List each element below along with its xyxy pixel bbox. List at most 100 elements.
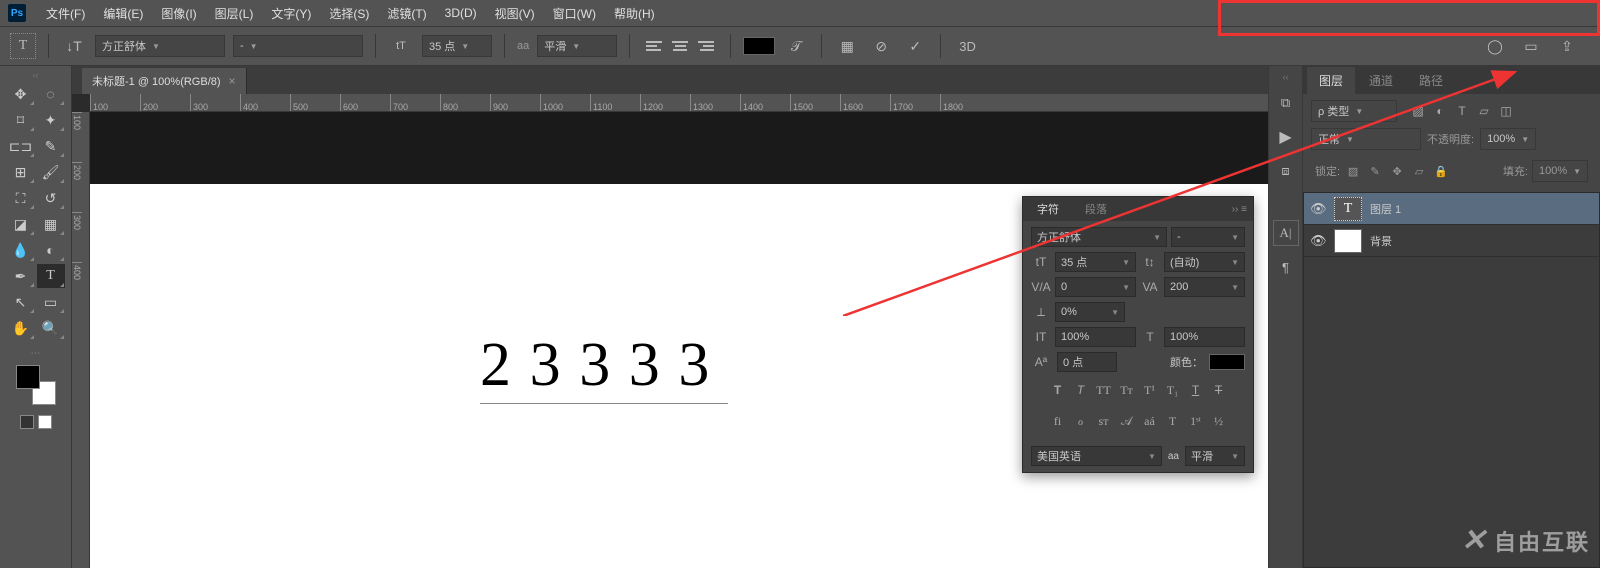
- lock-all-icon[interactable]: 🔒: [1432, 162, 1450, 180]
- opacity-input[interactable]: 100%▼: [1480, 128, 1536, 150]
- hand-tool[interactable]: ✋: [7, 316, 35, 340]
- magic-wand-tool[interactable]: ✦: [37, 108, 65, 132]
- path-select-tool[interactable]: ↖: [7, 290, 35, 314]
- lock-image-icon[interactable]: ✎: [1366, 162, 1384, 180]
- blend-mode-dropdown[interactable]: 正常▼: [1311, 128, 1421, 150]
- faux-italic[interactable]: T: [1071, 381, 1091, 399]
- brush-tool[interactable]: 🖌: [37, 160, 65, 184]
- char-kerning[interactable]: 0▼: [1055, 277, 1136, 297]
- align-left-button[interactable]: [642, 34, 666, 58]
- font-style-dropdown[interactable]: -▼: [233, 35, 363, 57]
- menu-window[interactable]: 窗口(W): [545, 1, 604, 26]
- alt-ligatures[interactable]: ℴ: [1071, 412, 1091, 430]
- menu-type[interactable]: 文字(Y): [263, 1, 319, 26]
- char-hscale[interactable]: 100%: [1164, 327, 1245, 347]
- crop-tool[interactable]: ⊏⊐: [7, 134, 35, 158]
- text-orientation-icon[interactable]: ↓T: [61, 33, 87, 59]
- align-right-button[interactable]: [694, 34, 718, 58]
- char-language[interactable]: 美国英语▼: [1031, 446, 1162, 466]
- type-tool[interactable]: T: [37, 264, 65, 288]
- commit-icon[interactable]: ✓: [902, 33, 928, 59]
- blur-tool[interactable]: 💧: [7, 238, 35, 262]
- lock-transparency-icon[interactable]: ▨: [1344, 162, 1362, 180]
- menu-layer[interactable]: 图层(L): [207, 1, 262, 26]
- underline[interactable]: T: [1186, 381, 1206, 399]
- layer-filter-dropdown[interactable]: ρ 类型▼: [1311, 100, 1397, 122]
- fill-input[interactable]: 100%▼: [1532, 160, 1588, 182]
- tab-channels[interactable]: 通道: [1357, 67, 1405, 94]
- menu-filter[interactable]: 滤镜(T): [379, 1, 434, 26]
- layer-name[interactable]: 背景: [1370, 233, 1392, 249]
- char-vscale[interactable]: 100%: [1055, 327, 1136, 347]
- canvas-text-layer[interactable]: 23333: [480, 330, 728, 404]
- char-color-swatch[interactable]: [1209, 354, 1245, 370]
- paragraph-tab[interactable]: 段落: [1077, 198, 1115, 220]
- document-tab[interactable]: 未标题-1 @ 100%(RGB/8) ×: [82, 68, 247, 94]
- search-icon[interactable]: ◯: [1482, 33, 1508, 59]
- properties-panel-icon[interactable]: ⧈: [1273, 158, 1299, 184]
- filter-pixel-icon[interactable]: ▨: [1409, 102, 1427, 120]
- char-tab[interactable]: 字符: [1029, 198, 1067, 220]
- swash[interactable]: 𝒜: [1117, 412, 1137, 430]
- lock-artboard-icon[interactable]: ▱: [1410, 162, 1428, 180]
- visibility-toggle-icon[interactable]: 👁: [1310, 233, 1326, 249]
- all-caps[interactable]: TT: [1094, 381, 1114, 399]
- menu-file[interactable]: 文件(F): [38, 1, 93, 26]
- collapse-icon[interactable]: ›› ≡: [1232, 204, 1247, 215]
- move-tool[interactable]: ✥: [7, 82, 35, 106]
- antialias-dropdown[interactable]: 平滑▼: [537, 35, 617, 57]
- visibility-toggle-icon[interactable]: 👁: [1310, 201, 1326, 217]
- font-size-dropdown[interactable]: 35 点▼: [422, 35, 492, 57]
- ruler-vertical[interactable]: 100 200 300 400: [72, 112, 90, 568]
- char-leading[interactable]: (自动)▼: [1164, 252, 1245, 272]
- frame-tool[interactable]: ⊞: [7, 160, 35, 184]
- fractions[interactable]: ½: [1209, 412, 1229, 430]
- menu-3d[interactable]: 3D(D): [437, 2, 485, 24]
- layer-row[interactable]: 👁 背景: [1304, 225, 1599, 257]
- stylistic-alt[interactable]: aá: [1140, 412, 1160, 430]
- layer-name[interactable]: 图层 1: [1370, 201, 1401, 217]
- small-caps[interactable]: Tᴛ: [1117, 381, 1137, 399]
- color-swatches[interactable]: [16, 365, 56, 405]
- ligatures[interactable]: fi: [1048, 412, 1068, 430]
- char-scale[interactable]: 0%▼: [1055, 302, 1125, 322]
- foreground-color[interactable]: [16, 365, 40, 389]
- workspace-icon[interactable]: ▭: [1518, 33, 1544, 59]
- zoom-tool[interactable]: 🔍: [37, 316, 65, 340]
- paragraph-panel-icon[interactable]: ¶: [1273, 254, 1299, 280]
- discretionary[interactable]: sᴛ: [1094, 412, 1114, 430]
- lasso-tool[interactable]: ⌑: [7, 108, 35, 132]
- titling-alt[interactable]: T: [1163, 412, 1183, 430]
- panel-toggle-icon[interactable]: ▦: [834, 33, 860, 59]
- pen-tool[interactable]: ✒: [7, 264, 35, 288]
- quick-mask-toggle[interactable]: [20, 415, 52, 429]
- character-panel-header[interactable]: 字符 段落 ›› ≡: [1023, 197, 1253, 221]
- char-antialias[interactable]: 平滑▼: [1185, 446, 1245, 466]
- filter-type-icon[interactable]: T: [1453, 102, 1471, 120]
- menu-select[interactable]: 选择(S): [321, 1, 377, 26]
- history-brush-tool[interactable]: ↺: [37, 186, 65, 210]
- character-panel[interactable]: 字符 段落 ›› ≡ 方正舒体▼ -▼ tT 35 点▼ t↕ (自动)▼ V/…: [1022, 196, 1254, 473]
- cancel-icon[interactable]: ⊘: [868, 33, 894, 59]
- layer-thumbnail[interactable]: [1334, 229, 1362, 253]
- filter-shape-icon[interactable]: ▱: [1475, 102, 1493, 120]
- character-panel-icon[interactable]: A|: [1273, 220, 1299, 246]
- marquee-tool[interactable]: ◌: [37, 82, 65, 106]
- close-tab-icon[interactable]: ×: [229, 74, 236, 88]
- char-tracking[interactable]: 200▼: [1164, 277, 1245, 297]
- menu-image[interactable]: 图像(I): [153, 1, 204, 26]
- warp-text-icon[interactable]: 𝒯: [783, 33, 809, 59]
- strikethrough[interactable]: T: [1209, 381, 1229, 399]
- menu-edit[interactable]: 编辑(E): [95, 1, 151, 26]
- menu-help[interactable]: 帮助(H): [606, 1, 663, 26]
- lock-position-icon[interactable]: ✥: [1388, 162, 1406, 180]
- tab-layers[interactable]: 图层: [1307, 67, 1355, 94]
- char-font-family[interactable]: 方正舒体▼: [1031, 227, 1167, 247]
- layer-row[interactable]: 👁 T 图层 1: [1304, 193, 1599, 225]
- 3d-button[interactable]: 3D: [953, 33, 982, 59]
- superscript[interactable]: T¹: [1140, 381, 1160, 399]
- align-center-button[interactable]: [668, 34, 692, 58]
- text-color-swatch[interactable]: [743, 37, 775, 55]
- gradient-tool[interactable]: ▦: [37, 212, 65, 236]
- char-font-size[interactable]: 35 点▼: [1055, 252, 1136, 272]
